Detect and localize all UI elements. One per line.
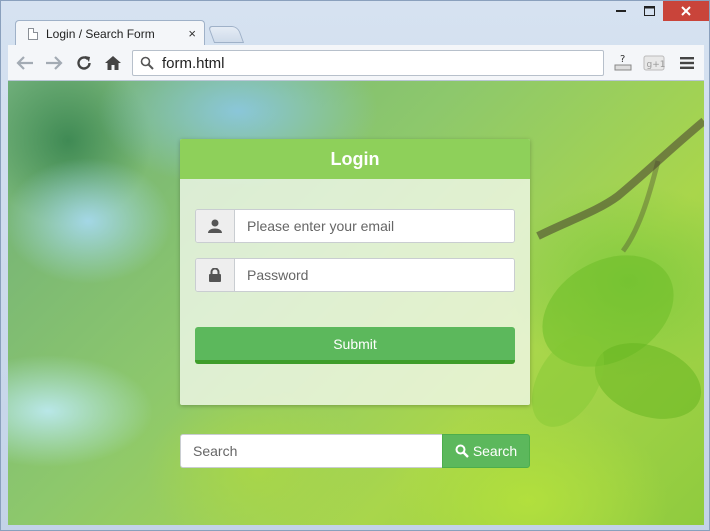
close-window-button[interactable]	[663, 1, 709, 21]
tab-title: Login / Search Form	[46, 26, 155, 41]
lock-icon	[196, 259, 235, 291]
new-tab-button[interactable]	[207, 26, 245, 43]
help-icon: ?	[614, 54, 632, 71]
close-icon	[681, 6, 691, 16]
email-input-group	[195, 209, 515, 243]
reload-icon	[77, 56, 91, 70]
search-group: Search	[180, 434, 530, 468]
menu-button[interactable]	[676, 51, 698, 75]
back-button[interactable]	[14, 52, 36, 74]
search-input[interactable]	[180, 434, 442, 468]
menu-icon	[680, 57, 694, 69]
maximize-button[interactable]	[635, 1, 663, 21]
svg-text:?: ?	[620, 54, 625, 65]
gplus-icon: g+1	[643, 55, 666, 71]
login-header: Login	[180, 139, 530, 179]
url-input[interactable]	[160, 53, 564, 73]
browser-window: Login / Search Form × form.html ? g+1 Lo…	[0, 0, 710, 531]
maximize-icon	[643, 6, 655, 16]
address-bar[interactable]	[132, 50, 604, 76]
search-button[interactable]: Search	[442, 434, 530, 468]
forward-arrow-icon	[46, 56, 63, 70]
submit-button[interactable]: Submit	[195, 327, 515, 364]
browser-toolbar: ? g+1	[8, 45, 704, 81]
gplus-button[interactable]: g+1	[642, 51, 666, 75]
home-button[interactable]	[102, 52, 124, 74]
email-field[interactable]	[235, 210, 514, 242]
minimize-icon	[616, 9, 626, 12]
search-icon	[140, 56, 154, 70]
page-icon	[28, 27, 38, 40]
browser-tab[interactable]: Login / Search Form ×	[15, 20, 205, 46]
back-arrow-icon	[16, 56, 33, 70]
user-icon	[196, 210, 235, 242]
title-bar: Login / Search Form ×	[1, 1, 709, 46]
reload-button[interactable]	[73, 52, 95, 74]
login-panel: Login Submit	[180, 139, 530, 405]
search-icon	[455, 444, 469, 458]
login-title: Login	[330, 148, 380, 169]
password-input-group	[195, 258, 515, 292]
home-icon	[105, 56, 121, 70]
help-button[interactable]: ?	[612, 51, 634, 75]
page-viewport: Login Submit Search	[8, 81, 704, 525]
search-button-label: Search	[472, 443, 518, 459]
window-controls	[607, 1, 709, 23]
tab-close-icon[interactable]: ×	[188, 27, 196, 40]
svg-text:g+1: g+1	[647, 60, 666, 70]
minimize-button[interactable]	[607, 1, 635, 21]
forward-button[interactable]	[43, 52, 65, 74]
password-field[interactable]	[235, 259, 514, 291]
